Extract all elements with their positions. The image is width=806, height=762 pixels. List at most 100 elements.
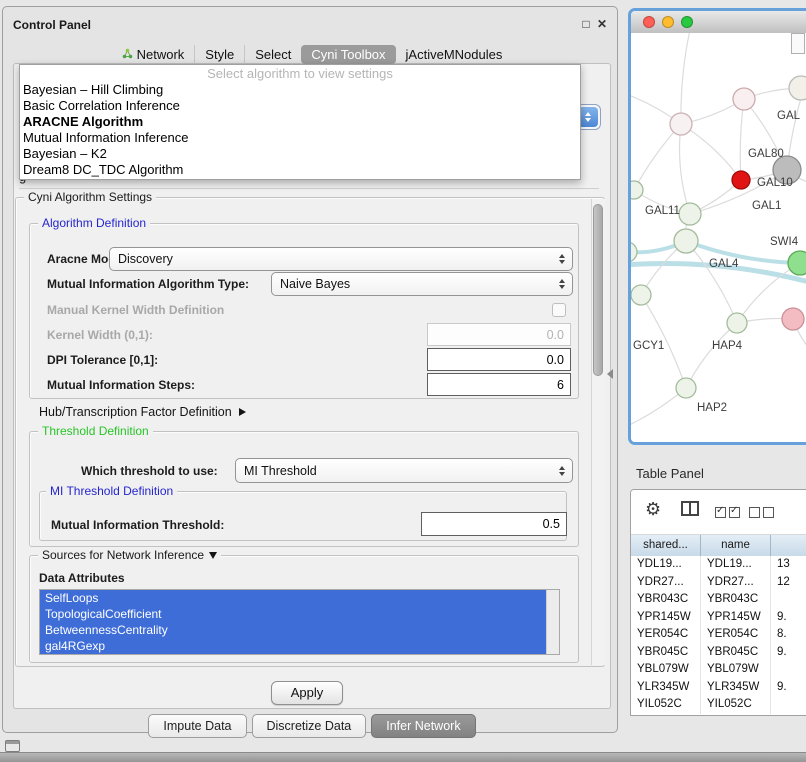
column-header-shared...[interactable]: shared... xyxy=(631,535,701,556)
network-node[interactable] xyxy=(674,229,698,253)
column-header-col2[interactable] xyxy=(771,535,806,556)
table-row[interactable]: YDL19...YDL19...13 xyxy=(631,556,806,574)
hub-definition-section[interactable]: Hub/Transcription Factor Definition xyxy=(39,405,246,419)
tab-cyni-toolbox[interactable]: Cyni Toolbox xyxy=(301,45,395,64)
attribute-item[interactable]: SelfLoops xyxy=(40,590,547,606)
network-node[interactable] xyxy=(676,378,696,398)
zoom-traffic-light[interactable] xyxy=(681,16,693,28)
columns-icon[interactable] xyxy=(681,501,699,521)
aracne-mode-combo[interactable]: Discovery xyxy=(109,247,573,271)
close-traffic-light[interactable] xyxy=(643,16,655,28)
network-node[interactable] xyxy=(679,203,701,225)
network-tab-icon xyxy=(122,47,133,62)
network-edge[interactable] xyxy=(681,124,741,180)
bottom-tab-impute-data[interactable]: Impute Data xyxy=(148,714,246,738)
dpi-tolerance-label: DPI Tolerance [0,1]: xyxy=(47,353,158,367)
network-canvas[interactable]: GALGAL80GAL10GAL11GAL1SWI4GAL4GCY1HAP4HA… xyxy=(631,33,806,442)
table-cell: YPR145W xyxy=(701,609,771,627)
node-label: GCY1 xyxy=(633,340,664,352)
attribute-item[interactable]: gal4RGexp xyxy=(40,638,547,654)
node-label: GAL80 xyxy=(748,148,784,160)
network-node[interactable] xyxy=(670,113,692,135)
network-edge[interactable] xyxy=(681,33,691,124)
network-edge[interactable] xyxy=(740,99,744,180)
splitter-collapse-icon[interactable] xyxy=(607,369,613,379)
tab-label: jActiveMNodules xyxy=(406,47,503,62)
table-cell xyxy=(771,661,806,679)
attribute-item[interactable]: BetweennessCentrality xyxy=(40,622,547,638)
close-window-button[interactable]: ✕ xyxy=(595,17,609,31)
network-node[interactable] xyxy=(631,242,637,262)
deselect-all-columns-icon[interactable] xyxy=(749,505,777,523)
node-label: HAP4 xyxy=(712,340,743,352)
docked-panel-icon[interactable] xyxy=(5,740,20,752)
tab-label: Discretize Data xyxy=(267,719,352,733)
table-row[interactable]: YPR145WYPR145W9. xyxy=(631,609,806,627)
threshold-type-value: MI Threshold xyxy=(244,464,317,478)
expand-right-icon[interactable] xyxy=(239,408,246,416)
algorithm-option[interactable]: Bayesian – Hill Climbing xyxy=(20,82,580,98)
network-edge[interactable] xyxy=(634,124,681,190)
manual-kernel-checkbox[interactable] xyxy=(552,303,566,317)
table-row[interactable]: YBR045CYBR045C9. xyxy=(631,644,806,662)
table-row[interactable]: YIL052CYIL052C xyxy=(631,696,806,714)
algorithm-option[interactable]: ARACNE Algorithm xyxy=(20,114,580,130)
kernel-width-label: Kernel Width (0,1): xyxy=(47,328,153,342)
settings-scrollbar-thumb[interactable] xyxy=(593,204,603,376)
network-node[interactable] xyxy=(789,76,806,100)
network-node[interactable] xyxy=(788,251,806,275)
kernel-width-input[interactable] xyxy=(427,323,571,346)
dpi-tolerance-input[interactable] xyxy=(427,348,571,371)
node-label: GAL10 xyxy=(757,177,793,189)
algorithm-option[interactable]: Bayesian – K2 xyxy=(20,146,580,162)
table-row[interactable]: YLR345WYLR345W9. xyxy=(631,679,806,697)
window-title: Control Panel xyxy=(13,18,91,32)
table-row[interactable]: YER054CYER054C8. xyxy=(631,626,806,644)
network-node[interactable] xyxy=(733,88,755,110)
tab-network[interactable]: Network xyxy=(112,45,195,64)
chevron-updown-icon xyxy=(559,279,565,289)
group-title: Cyni Algorithm Settings xyxy=(24,190,156,204)
network-window-titlebar[interactable] xyxy=(631,11,806,34)
attribute-list-scrollbar[interactable] xyxy=(546,590,559,654)
network-edge[interactable] xyxy=(686,323,737,388)
threshold-type-combo[interactable]: MI Threshold xyxy=(235,458,573,483)
bottom-tab-infer-network[interactable]: Infer Network xyxy=(371,714,475,738)
network-node[interactable] xyxy=(631,285,651,305)
table-row[interactable]: YDR27...YDR27...12 xyxy=(631,574,806,592)
table-cell: YER054C xyxy=(631,626,701,644)
network-scrollbar-fragment[interactable] xyxy=(791,33,805,54)
column-header-name[interactable]: name xyxy=(701,535,771,556)
mi-type-combo[interactable]: Naive Bayes xyxy=(271,272,573,296)
network-node[interactable] xyxy=(727,313,747,333)
combo-arrows-icon xyxy=(578,107,598,127)
sources-title-row[interactable]: Sources for Network Inference xyxy=(38,548,221,562)
attribute-item[interactable]: TopologicalCoefficient xyxy=(40,606,547,622)
minimize-traffic-light[interactable] xyxy=(662,16,674,28)
apply-button[interactable]: Apply xyxy=(271,681,343,705)
algorithm-dropdown-popup: Select algorithm to view settingsBayesia… xyxy=(19,64,581,180)
collapse-down-icon[interactable] xyxy=(209,552,217,559)
network-edge[interactable] xyxy=(680,124,690,214)
tab-jactivemnodules[interactable]: jActiveMNodules xyxy=(396,45,513,64)
network-node[interactable] xyxy=(631,181,643,199)
node-label: GAL1 xyxy=(752,200,781,212)
network-node[interactable] xyxy=(732,171,750,189)
table-cell: YLR345W xyxy=(631,679,701,697)
algorithm-option[interactable]: Basic Correlation Inference xyxy=(20,98,580,114)
float-window-button[interactable]: □ xyxy=(579,17,593,31)
algorithm-option[interactable]: Mutual Information Inference xyxy=(20,130,580,146)
attribute-list[interactable]: SelfLoopsTopologicalCoefficientBetweenne… xyxy=(39,589,560,655)
tab-style[interactable]: Style xyxy=(194,45,244,64)
tab-select[interactable]: Select xyxy=(244,45,301,64)
network-node[interactable] xyxy=(782,308,804,330)
table-row[interactable]: YBR043CYBR043C xyxy=(631,591,806,609)
mi-steps-input[interactable] xyxy=(427,373,571,396)
algorithm-option[interactable]: Dream8 DC_TDC Algorithm xyxy=(20,162,580,178)
mi-threshold-input[interactable] xyxy=(421,512,567,536)
bottom-tab-discretize-data[interactable]: Discretize Data xyxy=(252,714,367,738)
select-all-columns-icon[interactable] xyxy=(715,505,743,523)
table-row[interactable]: YBL079WYBL079W xyxy=(631,661,806,679)
node-label: HAP2 xyxy=(697,402,727,414)
gear-icon[interactable]: ⚙ xyxy=(645,499,661,519)
